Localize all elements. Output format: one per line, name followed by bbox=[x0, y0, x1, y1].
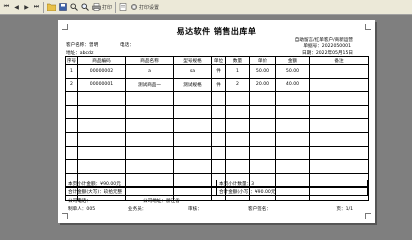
column-header: 商品编码 bbox=[77, 56, 126, 65]
prev-page-icon: ◀ bbox=[14, 3, 19, 11]
table-cell: 1 bbox=[225, 64, 250, 79]
table-cell: 件 bbox=[211, 64, 226, 79]
table-cell: 00000001 bbox=[77, 77, 126, 93]
table-cell bbox=[309, 64, 369, 79]
table-cell: 1 bbox=[65, 64, 78, 79]
table-row: 1 00000002 a sa 件 1 50.00 50.00 bbox=[65, 64, 369, 79]
table-cell: 2 bbox=[65, 77, 78, 93]
customer-signature: 客户签名： bbox=[248, 207, 271, 212]
toolbar-separator bbox=[43, 1, 44, 13]
crop-mark bbox=[62, 213, 68, 219]
customer-phone: 电话： bbox=[120, 43, 134, 48]
column-header: 备注 bbox=[309, 56, 369, 65]
print-settings-button[interactable]: 打印设置 bbox=[129, 1, 160, 13]
table-cell: 40.00 bbox=[275, 77, 310, 93]
column-header: 序号 bbox=[65, 56, 78, 65]
page-total-quantity: 本页小计数量：3 bbox=[216, 180, 367, 187]
save-icon bbox=[59, 3, 67, 11]
company-phone: 公司电话： bbox=[68, 199, 91, 204]
table-cell: 50.00 bbox=[275, 64, 310, 79]
column-header: 金额 bbox=[275, 56, 310, 65]
column-header: 数量 bbox=[225, 56, 250, 65]
first-page-icon: ⏮ bbox=[3, 3, 10, 10]
grand-total-uppercase: 合计金额(大写)：玖拾元整 bbox=[68, 189, 123, 195]
print-label: 打印 bbox=[102, 4, 113, 11]
last-page-button[interactable]: ⏭ bbox=[32, 1, 41, 13]
page-total-amount: 本页小计金额：¥90.00元 bbox=[68, 181, 121, 187]
column-header: 单位 bbox=[211, 56, 226, 65]
toolbar-separator bbox=[115, 1, 117, 13]
printer-icon bbox=[92, 3, 101, 11]
next-page-button[interactable]: ▶ bbox=[22, 1, 31, 13]
preview-toolbar: ⏮ ◀ ▶ ⏭ 打印 打印设置 bbox=[0, 0, 412, 15]
search-icon bbox=[70, 3, 78, 11]
save-button[interactable] bbox=[58, 1, 68, 13]
page-setup-icon bbox=[119, 3, 127, 11]
zoom-button[interactable] bbox=[80, 1, 90, 13]
grand-total-row: 合计金额(大写)：玖拾元整 合计金额(小写)：¥90.00元 bbox=[65, 188, 368, 196]
table-cell: a bbox=[125, 64, 174, 79]
table-cell: sa bbox=[173, 64, 212, 79]
company-address: 公司地址：浙江省 bbox=[143, 199, 180, 204]
page-number: 页：1/1 bbox=[336, 207, 353, 212]
print-preview-page: 易达软件 销售出库单 自助留言/红单客户/商新运营 客户名称：曾明 电话： 单据… bbox=[58, 20, 375, 223]
table-cell: 50.00 bbox=[249, 64, 276, 79]
crop-mark bbox=[365, 213, 371, 219]
table-cell: 2 bbox=[225, 77, 250, 93]
page-setup-button[interactable] bbox=[118, 1, 128, 13]
print-button[interactable]: 打印 bbox=[91, 1, 113, 13]
empty-row bbox=[65, 145, 369, 161]
grand-total-lowercase: 合计金额(小写)：¥90.00元 bbox=[216, 188, 367, 195]
first-page-button[interactable]: ⏮ bbox=[2, 1, 11, 13]
table-cell: 00000002 bbox=[77, 64, 126, 79]
report-title: 易达软件 销售出库单 bbox=[176, 27, 257, 36]
table-cell: 20.00 bbox=[249, 77, 276, 93]
table-header-row: 序号 商品编码 商品名称 型号规格 单位 数量 单价 金额 备注 bbox=[65, 56, 369, 65]
table-cell: 件 bbox=[211, 77, 226, 93]
folder-icon bbox=[47, 3, 56, 11]
empty-row bbox=[65, 131, 369, 147]
print-settings-label: 打印设置 bbox=[139, 4, 160, 11]
column-header: 商品名称 bbox=[125, 56, 174, 65]
empty-row bbox=[65, 91, 369, 106]
table-cell: 测试规格 bbox=[173, 77, 212, 93]
search-button[interactable] bbox=[69, 1, 79, 13]
column-header: 型号规格 bbox=[173, 56, 212, 65]
customer-name: 客户名称：曾明 bbox=[66, 43, 99, 48]
prev-page-button[interactable]: ◀ bbox=[12, 1, 21, 13]
empty-row bbox=[65, 159, 369, 174]
reviewer: 审核： bbox=[188, 207, 202, 212]
gear-icon bbox=[131, 4, 137, 10]
last-page-icon: ⏭ bbox=[33, 3, 40, 10]
empty-row bbox=[65, 104, 369, 120]
salesman: 业务员： bbox=[128, 207, 147, 212]
column-header: 单价 bbox=[249, 56, 276, 65]
open-button[interactable] bbox=[46, 1, 57, 13]
next-page-icon: ▶ bbox=[24, 3, 29, 11]
page-subtotal-row: 本页小计金额：¥90.00元 本页小计数量：3 bbox=[65, 180, 368, 188]
table-row: 2 00000001 测试商品一 测试规格 件 2 20.00 40.00 bbox=[65, 77, 369, 93]
empty-row bbox=[65, 118, 369, 133]
table-cell bbox=[309, 77, 369, 93]
order-number: 单据号：2022050001 bbox=[303, 44, 351, 49]
table-cell: 测试商品一 bbox=[125, 77, 174, 93]
maker: 制单人：005 bbox=[68, 207, 96, 212]
zoom-icon bbox=[81, 3, 89, 11]
